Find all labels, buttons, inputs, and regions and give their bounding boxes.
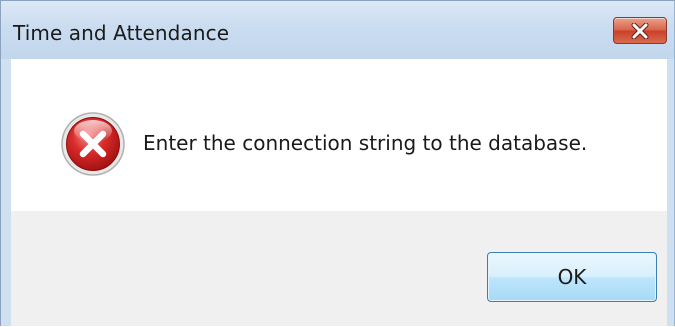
button-bar: OK [11, 211, 667, 326]
message-area: Enter the connection string to the datab… [11, 59, 667, 211]
window-title: Time and Attendance [13, 21, 230, 45]
dialog-window: Time and Attendance Enter the connection… [0, 0, 675, 326]
ok-button[interactable]: OK [487, 252, 657, 302]
message-text: Enter the connection string to the datab… [143, 131, 588, 155]
title-bar[interactable]: Time and Attendance [1, 1, 674, 59]
close-button[interactable] [613, 17, 667, 44]
error-icon [60, 111, 126, 177]
